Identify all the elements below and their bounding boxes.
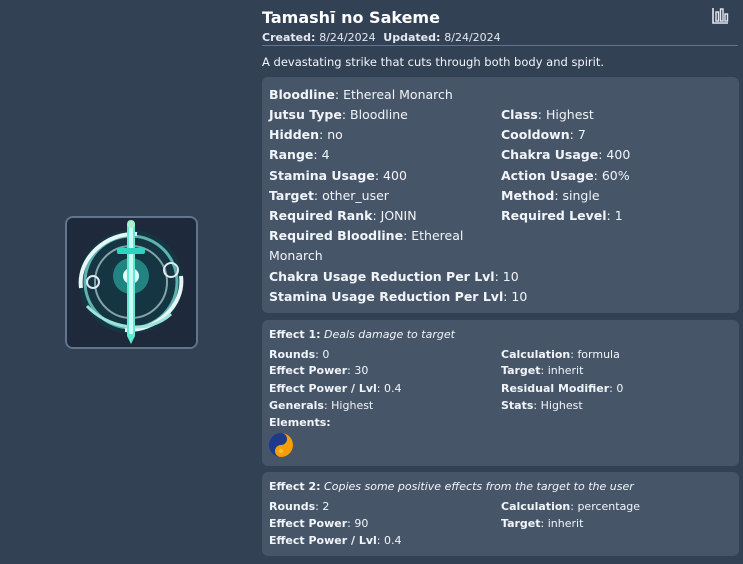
effect-1-target: Target: inherit xyxy=(501,364,584,377)
sword-emblem-image xyxy=(67,218,196,347)
jutsu-description: A devastating strike that cuts through b… xyxy=(262,55,605,69)
effect-2-calculation: Calculation: percentage xyxy=(501,500,641,513)
required-rank-row: Required Rank: JONIN xyxy=(269,208,417,223)
required-level-row: Required Level: 1 xyxy=(501,208,623,223)
cooldown-row: Cooldown: 7 xyxy=(501,127,586,142)
effect-1-power-lvl: Effect Power / Lvl: 0.4 xyxy=(269,382,402,395)
updated-label: Updated: xyxy=(383,31,441,44)
effect-1-stats: Stats: Highest xyxy=(501,399,583,412)
jutsu-image-frame xyxy=(65,216,198,349)
effect-2-rounds: Rounds: 2 xyxy=(269,500,330,513)
effect-1-card: Effect 1: Deals damage to target Rounds:… xyxy=(262,320,739,466)
jutsu-title: Tamashī no Sakeme xyxy=(262,8,440,27)
yin-yang-element-icon xyxy=(268,432,294,458)
effect-1-elements-label: Elements: xyxy=(269,416,331,429)
divider xyxy=(262,45,738,46)
bar-chart-icon[interactable] xyxy=(710,6,730,26)
jutsu-type-row: Jutsu Type: Bloodline xyxy=(269,107,408,122)
jutsu-image-panel xyxy=(0,0,262,564)
effect-2-power: Effect Power: 90 xyxy=(269,517,369,530)
effect-1-calculation: Calculation: formula xyxy=(501,348,620,361)
class-row: Class: Highest xyxy=(501,107,594,122)
chakra-reduction-row: Chakra Usage Reduction Per Lvl: 10 xyxy=(269,269,519,284)
action-usage-row: Action Usage: 60% xyxy=(501,168,630,183)
jutsu-dates: Created: 8/24/2024 Updated: 8/24/2024 xyxy=(262,31,501,44)
range-row: Range: 4 xyxy=(269,147,330,162)
updated-date: 8/24/2024 xyxy=(444,31,501,44)
stamina-usage-row: Stamina Usage: 400 xyxy=(269,168,407,183)
target-row: Target: other_user xyxy=(269,188,389,203)
required-bloodline-row: Required Bloodline: Ethereal xyxy=(269,228,464,243)
created-date: 8/24/2024 xyxy=(319,31,376,44)
effect-1-generals: Generals: Highest xyxy=(269,399,374,412)
effect-2-power-lvl: Effect Power / Lvl: 0.4 xyxy=(269,534,402,547)
created-label: Created: xyxy=(262,31,316,44)
effect-1-residual: Residual Modifier: 0 xyxy=(501,382,624,395)
hidden-row: Hidden: no xyxy=(269,127,343,142)
method-row: Method: single xyxy=(501,188,600,203)
jutsu-stats-card: Bloodline: Ethereal Monarch Jutsu Type: … xyxy=(262,77,739,313)
effect-2-target: Target: inherit xyxy=(501,517,584,530)
effect-1-rounds: Rounds: 0 xyxy=(269,348,330,361)
effect-1-title: Effect 1: Deals damage to target xyxy=(269,328,455,341)
effect-1-power: Effect Power: 30 xyxy=(269,364,369,377)
effect-2-card: Effect 2: Copies some positive effects f… xyxy=(262,472,739,556)
effect-2-title: Effect 2: Copies some positive effects f… xyxy=(269,480,634,493)
bloodline-row: Bloodline: Ethereal Monarch xyxy=(269,87,453,102)
stamina-reduction-row: Stamina Usage Reduction Per Lvl: 10 xyxy=(269,289,528,304)
required-bloodline-row-cont: Monarch xyxy=(269,248,323,263)
chakra-usage-row: Chakra Usage: 400 xyxy=(501,147,631,162)
